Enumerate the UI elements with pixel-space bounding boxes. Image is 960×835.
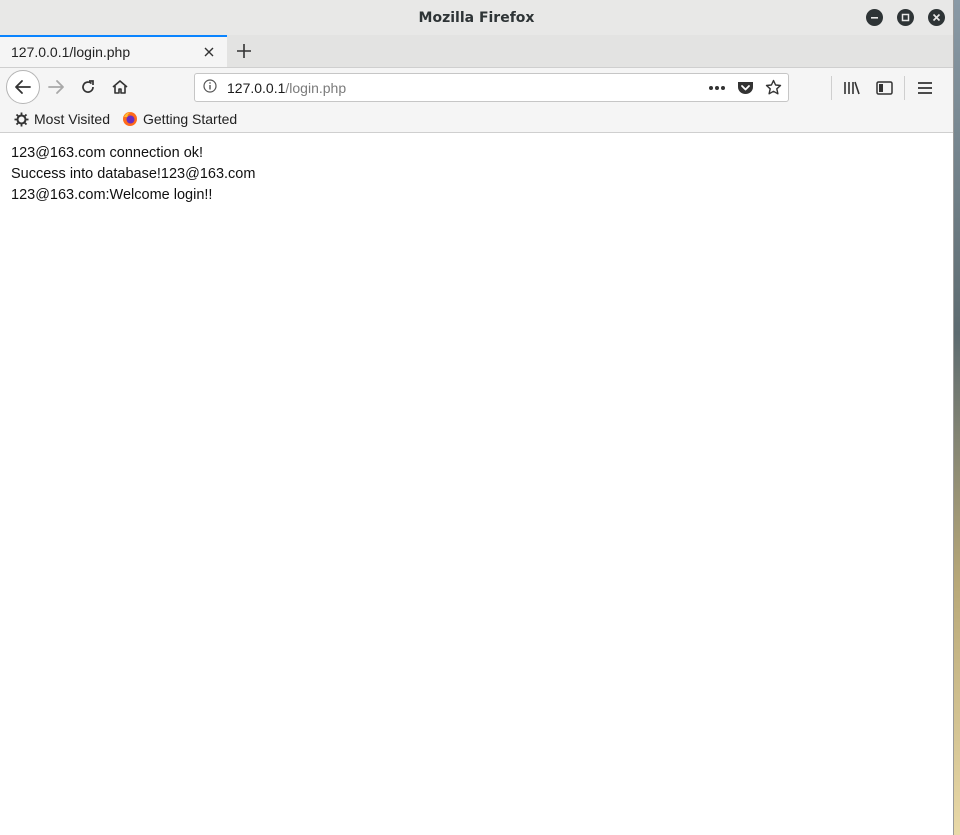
window-title: Mozilla Firefox [418, 9, 535, 26]
status-line: Success into database!123@163.com [11, 166, 256, 182]
home-button[interactable] [104, 72, 136, 102]
plus-icon [236, 44, 251, 58]
bookmarks-toolbar: Most Visited Getting Started [0, 106, 953, 133]
url-host: 127.0.0.1 [227, 79, 286, 96]
tab-label: 127.0.0.1/login.php [11, 44, 131, 60]
forward-button[interactable] [40, 72, 72, 102]
url-bar[interactable]: 127.0.0.1/login.php [194, 73, 789, 102]
title-bar: Mozilla Firefox [0, 0, 953, 35]
minimize-icon[interactable] [866, 9, 883, 26]
right-toolbar [827, 76, 941, 100]
gear-icon [14, 112, 29, 126]
back-button[interactable] [6, 70, 40, 104]
bookmark-getting-started[interactable]: Getting Started [122, 111, 237, 127]
hamburger-menu-icon[interactable] [909, 76, 941, 100]
arrow-right-icon [48, 80, 64, 94]
toolbar-separator [904, 76, 905, 100]
url-actions [706, 77, 784, 99]
bookmark-label: Most Visited [34, 111, 110, 127]
home-icon [112, 80, 128, 94]
browser-window: Mozilla Firefox 127.0.0.1/login.php 127.… [0, 0, 954, 835]
library-icon[interactable] [836, 76, 868, 100]
tab-strip: 127.0.0.1/login.php [0, 35, 953, 68]
page-content: 123@163.com connection ok! Success into … [0, 133, 953, 835]
bookmark-most-visited[interactable]: Most Visited [14, 111, 110, 127]
sidebar-icon[interactable] [868, 76, 900, 100]
url-path: /login.php [285, 79, 347, 96]
page-actions-icon[interactable] [706, 77, 728, 99]
arrow-left-icon [15, 80, 31, 94]
reload-button[interactable] [72, 72, 104, 102]
close-window-icon[interactable] [928, 9, 945, 26]
status-line: 123@163.com connection ok! [11, 145, 204, 161]
toolbar-separator [831, 76, 832, 100]
pocket-icon[interactable] [734, 77, 756, 99]
maximize-icon[interactable] [897, 9, 914, 26]
info-icon[interactable] [203, 78, 217, 97]
new-tab-button[interactable] [227, 35, 260, 67]
tab-login[interactable]: 127.0.0.1/login.php [0, 35, 227, 67]
close-tab-icon[interactable] [201, 44, 217, 60]
firefox-icon [123, 112, 137, 126]
reload-icon [82, 80, 94, 93]
url-text[interactable]: 127.0.0.1/login.php [227, 80, 706, 96]
status-line: 123@163.com:Welcome login!! [11, 187, 213, 203]
bookmark-star-icon[interactable] [762, 77, 784, 99]
bookmark-label: Getting Started [143, 111, 238, 127]
window-controls [866, 9, 945, 26]
